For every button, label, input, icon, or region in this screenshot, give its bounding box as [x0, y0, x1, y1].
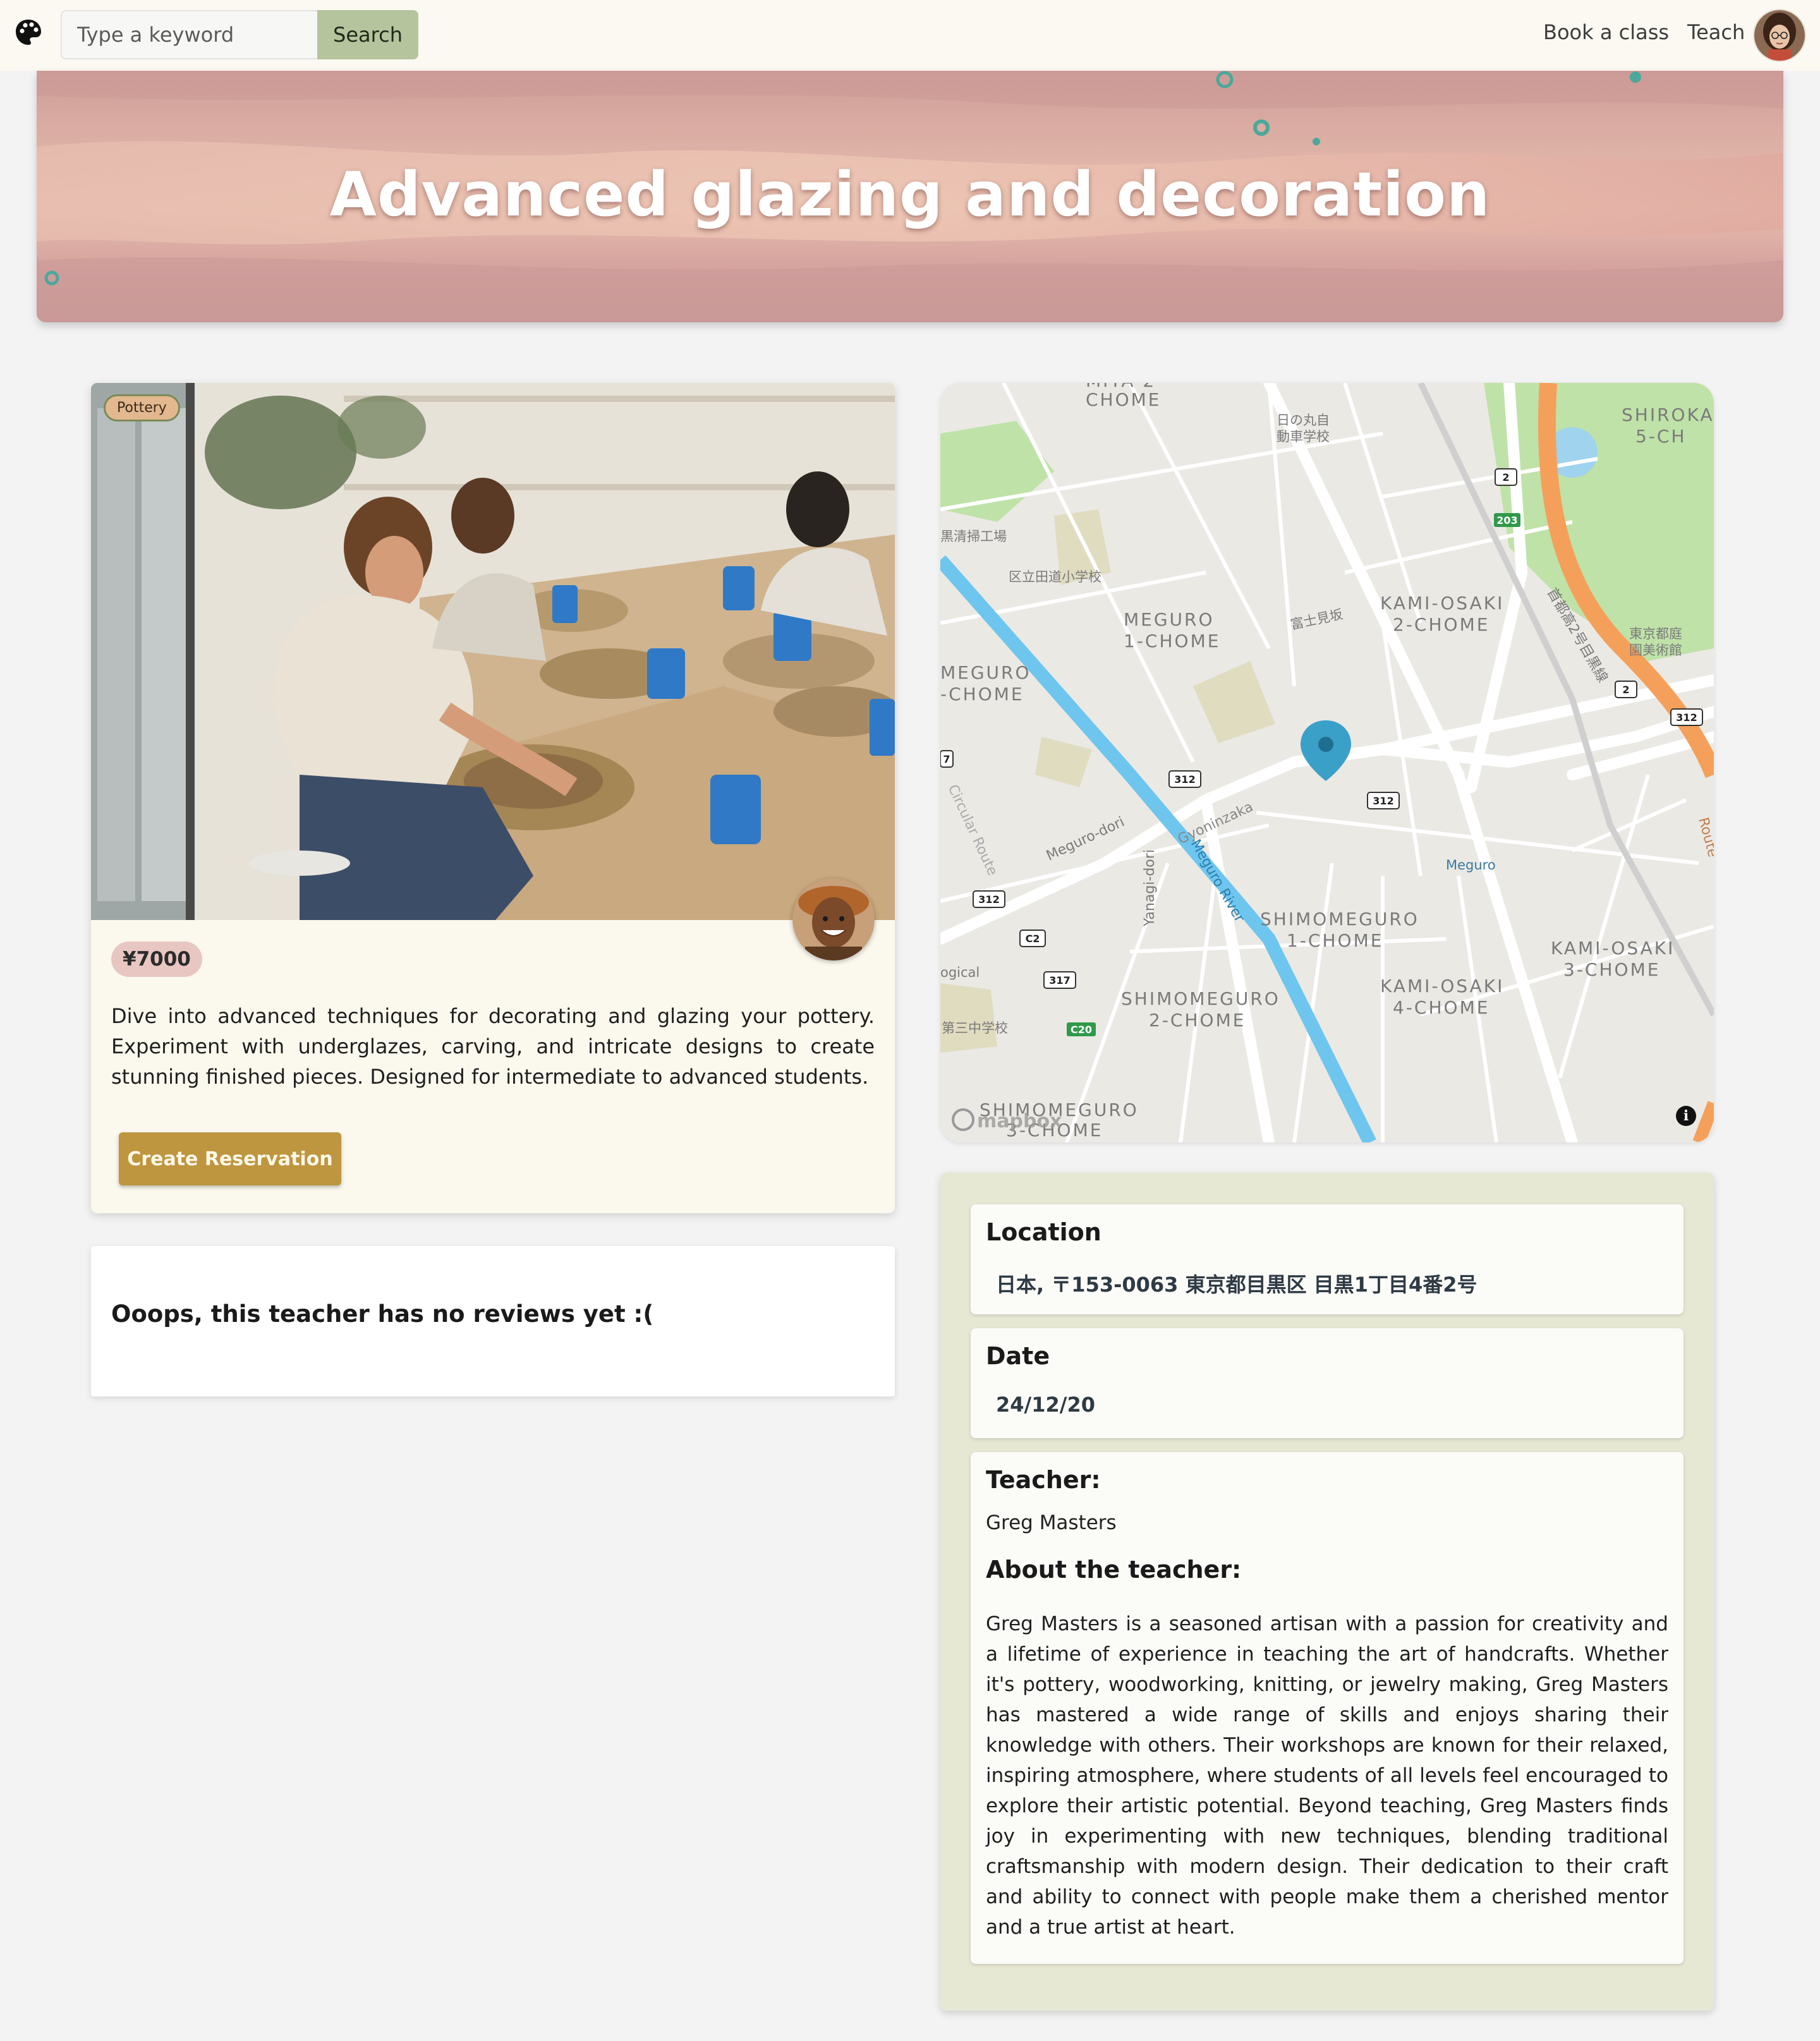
- map-label: 第三中学校: [942, 1020, 1008, 1036]
- about-teacher-heading: About the teacher:: [986, 1556, 1242, 1584]
- route-shield: C20: [1071, 1024, 1092, 1036]
- map-label: -CHOME: [940, 684, 1024, 705]
- search-button[interactable]: Search: [317, 10, 418, 59]
- route-shield: 2: [1502, 471, 1509, 483]
- palette-icon[interactable]: [14, 18, 43, 47]
- user-avatar[interactable]: [1753, 9, 1806, 62]
- route-shield: 312: [1373, 795, 1393, 807]
- mapbox-logo: mapbox: [977, 1110, 1062, 1132]
- location-value: 日本, 〒153-0063 東京都目黒区 目黒1丁目4番2号: [996, 1273, 1477, 1297]
- price-badge: ¥7000: [111, 942, 202, 977]
- teacher-heading: Teacher:: [986, 1466, 1101, 1494]
- search-input[interactable]: [61, 10, 317, 59]
- map-label: SHIMOMEGURO: [1121, 988, 1280, 1009]
- date-card: Date 24/12/20: [971, 1328, 1684, 1438]
- map-label: 1-CHOME: [1287, 930, 1383, 951]
- map-label: KAMI-OSAKI: [1551, 938, 1675, 959]
- create-reservation-button[interactable]: Create Reservation: [119, 1132, 341, 1185]
- map-label: 2-CHOME: [1393, 614, 1489, 635]
- class-photo: Pottery: [91, 383, 895, 920]
- map-label: 1-CHOME: [1124, 631, 1220, 651]
- location-map[interactable]: MIYA 2 CHOME SHIROKA 5-CH MEGURO 1-CHOME…: [940, 383, 1714, 1142]
- map-label: 区立田道小学校: [1009, 569, 1101, 584]
- map-label: ogical: [940, 965, 980, 980]
- map-label: 3-CHOME: [1563, 959, 1660, 980]
- map-label: 東京都庭: [1629, 626, 1682, 641]
- route-shield: 7: [943, 753, 950, 765]
- teacher-avatar[interactable]: [792, 878, 875, 960]
- hero-banner: Advanced glazing and decoration: [37, 71, 1783, 322]
- map-label: Route: [1695, 816, 1714, 859]
- page-title: Advanced glazing and decoration: [329, 159, 1491, 230]
- date-heading: Date: [986, 1342, 1050, 1370]
- route-shield: 312: [1174, 773, 1195, 785]
- map-info-icon[interactable]: i: [1676, 1106, 1696, 1126]
- route-shield: 203: [1496, 514, 1517, 526]
- map-label: 5-CH: [1635, 426, 1687, 447]
- map-label: SHIMOMEGURO: [1260, 909, 1419, 930]
- navbar: Search Book a class Teach: [0, 0, 1820, 71]
- map-label: MEGURO: [1124, 609, 1215, 630]
- class-details-panel: Location 日本, 〒153-0063 東京都目黒区 目黒1丁目4番2号 …: [940, 1173, 1714, 2011]
- map-label: MEGURO: [940, 662, 1031, 683]
- reviews-section: Ooops, this teacher has no reviews yet :…: [91, 1246, 895, 1396]
- map-label: 黒清掃工場: [940, 529, 1007, 544]
- route-shield: 317: [1049, 974, 1070, 986]
- map-label: 2-CHOME: [1149, 1010, 1246, 1031]
- no-reviews-message: Ooops, this teacher has no reviews yet :…: [111, 1300, 654, 1328]
- map-label: SHIROKA: [1622, 404, 1714, 425]
- route-shield: 2: [1622, 684, 1629, 696]
- map-label: 園美術館: [1629, 643, 1682, 658]
- route-shield: 312: [1676, 712, 1697, 724]
- teacher-name: Greg Masters: [986, 1511, 1117, 1534]
- location-heading: Location: [986, 1218, 1101, 1246]
- teacher-bio: Greg Masters is a seasoned artisan with …: [986, 1613, 1668, 1939]
- date-value: 24/12/20: [996, 1393, 1095, 1417]
- map-label: Circular Route: [945, 782, 1000, 878]
- map-label: Yanagi-dori: [1142, 849, 1158, 927]
- map-label: CHOME: [1086, 389, 1162, 410]
- route-shield: C2: [1026, 933, 1040, 945]
- class-card: Pottery ¥7000 Dive into advanced techniq…: [91, 383, 895, 1213]
- nav-link-teach[interactable]: Teach: [1687, 20, 1745, 44]
- teacher-card: Teacher: Greg Masters About the teacher:…: [971, 1452, 1684, 1964]
- map-label: 富士見坂: [1289, 607, 1344, 633]
- nav-link-book-a-class[interactable]: Book a class: [1543, 20, 1669, 44]
- map-label: 日の丸自: [1277, 413, 1330, 428]
- route-shield: 312: [978, 893, 999, 905]
- map-label: 4-CHOME: [1393, 997, 1489, 1018]
- location-card: Location 日本, 〒153-0063 東京都目黒区 目黒1丁目4番2号: [971, 1204, 1684, 1314]
- map-label: 動車学校: [1277, 429, 1330, 444]
- class-description: Dive into advanced techniques for decora…: [111, 1004, 875, 1089]
- category-badge: Pottery: [104, 394, 180, 421]
- map-label: KAMI-OSAKI: [1380, 976, 1504, 996]
- map-label: Meguro: [1446, 857, 1496, 873]
- map-label: KAMI-OSAKI: [1380, 593, 1504, 614]
